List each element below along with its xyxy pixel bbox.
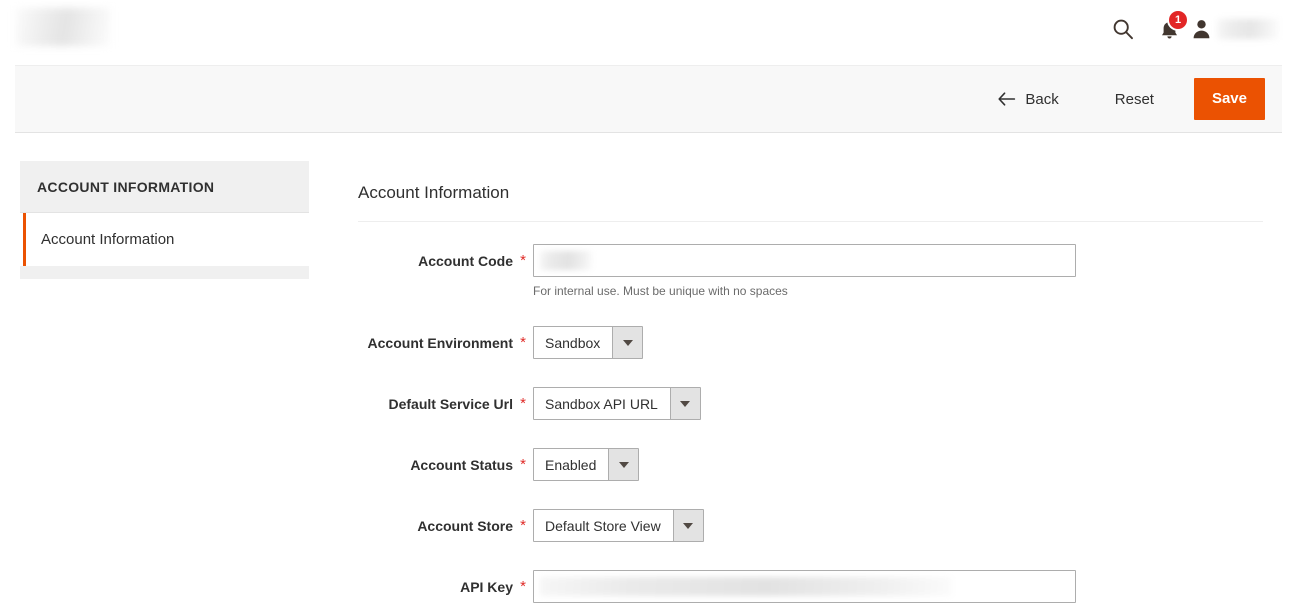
sidebar-item-label: Account Information: [41, 231, 175, 248]
required-marker: *: [520, 517, 526, 534]
arrow-left-icon: [998, 92, 1016, 106]
page-title: Account Information: [358, 133, 1263, 222]
field-account-status: Account Status * Enabled: [358, 448, 1263, 481]
account-environment-select[interactable]: Sandbox: [533, 326, 644, 359]
user-icon: [1192, 19, 1211, 39]
field-control: Sandbox: [533, 326, 1263, 359]
field-label: Account Status: [410, 457, 513, 473]
required-marker: *: [520, 456, 526, 473]
account-code-input[interactable]: [533, 244, 1076, 277]
select-value: Default Store View: [545, 517, 661, 534]
sidebar: ACCOUNT INFORMATION Account Information: [20, 161, 309, 279]
app-header: 1: [0, 0, 1297, 58]
field-api-key: API Key *: [358, 570, 1263, 603]
field-help-text: For internal use. Must be unique with no…: [533, 284, 788, 298]
reset-button[interactable]: Reset: [1103, 83, 1166, 116]
required-marker: *: [520, 252, 526, 269]
required-marker: *: [520, 395, 526, 412]
back-button[interactable]: Back: [988, 83, 1068, 116]
field-control: Default Store View: [533, 509, 1263, 542]
field-account-environment: Account Environment * Sandbox: [358, 326, 1263, 359]
field-label: API Key: [460, 579, 513, 595]
field-account-code: Account Code * For internal use. Must be…: [358, 244, 1263, 298]
field-account-store: Account Store * Default Store View: [358, 509, 1263, 542]
chevron-down-icon[interactable]: [669, 388, 700, 419]
select-value: Sandbox: [545, 334, 601, 351]
user-menu[interactable]: [1192, 0, 1297, 58]
sidebar-title: ACCOUNT INFORMATION: [20, 161, 309, 213]
bell-wrap: 1: [1152, 11, 1187, 44]
logo-redacted[interactable]: [16, 8, 110, 46]
required-marker: *: [520, 578, 526, 595]
save-button[interactable]: Save: [1193, 78, 1265, 120]
field-label: Account Store: [417, 518, 513, 534]
account-status-select[interactable]: Enabled: [533, 448, 640, 481]
select-value: Enabled: [545, 456, 597, 473]
api-key-input[interactable]: [533, 570, 1076, 603]
field-label: Default Service Url: [388, 396, 514, 412]
field-control: [533, 570, 1263, 603]
account-store-select[interactable]: Default Store View: [533, 509, 704, 542]
field-label: Account Environment: [367, 335, 513, 351]
back-button-label: Back: [1025, 90, 1059, 108]
notifications-button[interactable]: 1: [1146, 6, 1192, 52]
chevron-down-icon[interactable]: [612, 327, 643, 358]
field-control: For internal use. Must be unique with no…: [533, 244, 1263, 298]
notifications-badge: 1: [1169, 11, 1187, 29]
page-actions-toolbar: Back Reset Save: [15, 65, 1282, 133]
field-default-service-url: Default Service Url * Sandbox API URL: [358, 387, 1263, 420]
redacted-value: [540, 577, 952, 596]
required-marker: *: [520, 334, 526, 351]
default-service-url-select[interactable]: Sandbox API URL: [533, 387, 701, 420]
header-actions: 1: [1100, 0, 1297, 58]
redacted-value: [540, 251, 592, 270]
field-label: Account Code: [418, 253, 513, 269]
field-control: Sandbox API URL: [533, 387, 1263, 420]
account-information-form: Account Information Account Code * For i…: [358, 133, 1263, 603]
chevron-down-icon[interactable]: [672, 510, 703, 541]
search-icon: [1112, 18, 1134, 40]
chevron-down-icon[interactable]: [608, 449, 639, 480]
page-content: ACCOUNT INFORMATION Account Information …: [0, 133, 1297, 603]
field-control: Enabled: [533, 448, 1263, 481]
search-button[interactable]: [1100, 6, 1146, 52]
sidebar-item-account-information[interactable]: Account Information: [20, 213, 309, 266]
select-value: Sandbox API URL: [545, 395, 658, 412]
user-name-redacted: [1217, 19, 1279, 39]
